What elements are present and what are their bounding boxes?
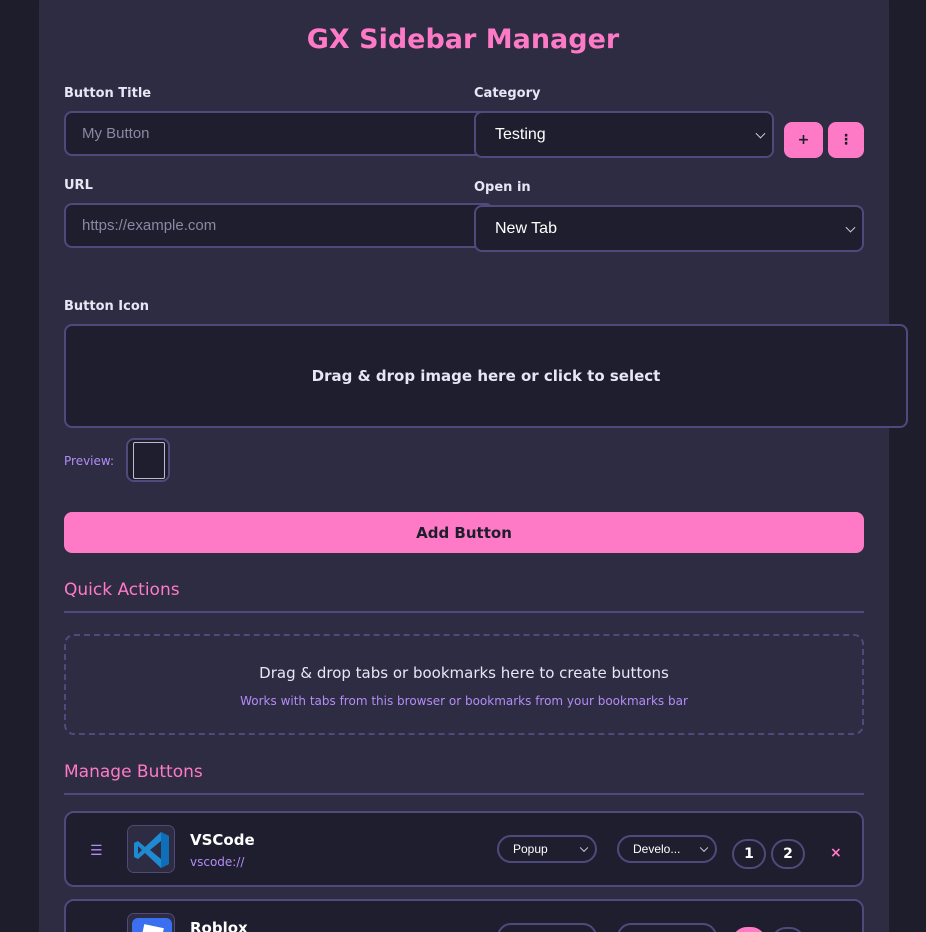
quick-actions-sub-text: Works with tabs from this browser or boo… xyxy=(240,694,688,708)
preview-label: Preview: xyxy=(64,454,115,468)
drag-handle-icon[interactable]: ☰ xyxy=(90,843,103,859)
add-button-label: Add Button xyxy=(416,523,512,542)
row-category-select[interactable] xyxy=(617,923,717,932)
button-icon-label: Button Icon xyxy=(64,299,150,314)
button-row[interactable]: ☰ VSCode vscode:// Popup Develo... 1 2 × xyxy=(64,811,864,887)
row-category-value: Develo... xyxy=(633,842,681,856)
icon-dropzone-text: Drag & drop image here or click to selec… xyxy=(311,367,661,385)
icon-dropzone[interactable]: Drag & drop image here or click to selec… xyxy=(64,324,908,428)
manage-buttons-divider xyxy=(64,793,864,795)
button-title-label: Button Title xyxy=(64,86,152,101)
chevron-down-icon xyxy=(579,843,589,853)
button-title-input[interactable]: My Button xyxy=(64,111,494,156)
url-placeholder: https://example.com xyxy=(82,217,217,234)
page-title: GX Sidebar Manager xyxy=(306,24,620,55)
quick-actions-dropzone[interactable]: Drag & drop tabs or bookmarks here to cr… xyxy=(64,634,864,735)
url-label: URL xyxy=(64,178,93,193)
row-open-in-select[interactable] xyxy=(497,923,597,932)
row-name: VSCode xyxy=(190,831,255,849)
position-2-button[interactable]: 2 xyxy=(771,839,805,869)
button-title-placeholder: My Button xyxy=(82,125,150,142)
position-1-button[interactable] xyxy=(732,927,766,932)
position-1-button[interactable]: 1 xyxy=(732,839,766,869)
row-open-in-value: Popup xyxy=(513,842,548,856)
category-select[interactable]: Testing xyxy=(474,111,774,158)
category-label: Category xyxy=(474,86,541,101)
delete-icon[interactable]: × xyxy=(830,845,842,861)
chevron-down-icon xyxy=(755,128,766,139)
position-2-button[interactable] xyxy=(771,927,805,932)
button-row[interactable]: Roblox xyxy=(64,899,864,932)
add-category-button[interactable]: + xyxy=(784,122,823,158)
category-select-value: Testing xyxy=(495,125,546,143)
quick-actions-title: Quick Actions xyxy=(64,580,180,600)
preview-image-placeholder xyxy=(133,442,165,479)
kebab-menu-icon: ⋮ xyxy=(839,132,853,148)
open-in-select[interactable]: New Tab xyxy=(474,205,864,252)
quick-actions-main-text: Drag & drop tabs or bookmarks here to cr… xyxy=(259,664,669,682)
quick-actions-divider xyxy=(64,611,864,613)
roblox-icon xyxy=(127,913,175,932)
vscode-icon xyxy=(127,825,175,873)
row-open-in-select[interactable]: Popup xyxy=(497,835,597,863)
url-input[interactable]: https://example.com xyxy=(64,203,494,248)
row-url: vscode:// xyxy=(190,855,245,869)
manage-buttons-title: Manage Buttons xyxy=(64,762,203,782)
chevron-down-icon xyxy=(699,843,709,853)
chevron-down-icon xyxy=(845,222,856,233)
plus-icon: + xyxy=(797,132,810,148)
position-2-label: 2 xyxy=(783,846,793,862)
row-name: Roblox xyxy=(190,919,248,932)
icon-preview xyxy=(126,438,170,482)
open-in-label: Open in xyxy=(474,180,531,195)
add-button[interactable]: Add Button xyxy=(64,512,864,553)
open-in-select-value: New Tab xyxy=(495,219,557,237)
position-1-label: 1 xyxy=(744,846,754,862)
row-category-select[interactable]: Develo... xyxy=(617,835,717,863)
category-menu-button[interactable]: ⋮ xyxy=(828,122,864,158)
